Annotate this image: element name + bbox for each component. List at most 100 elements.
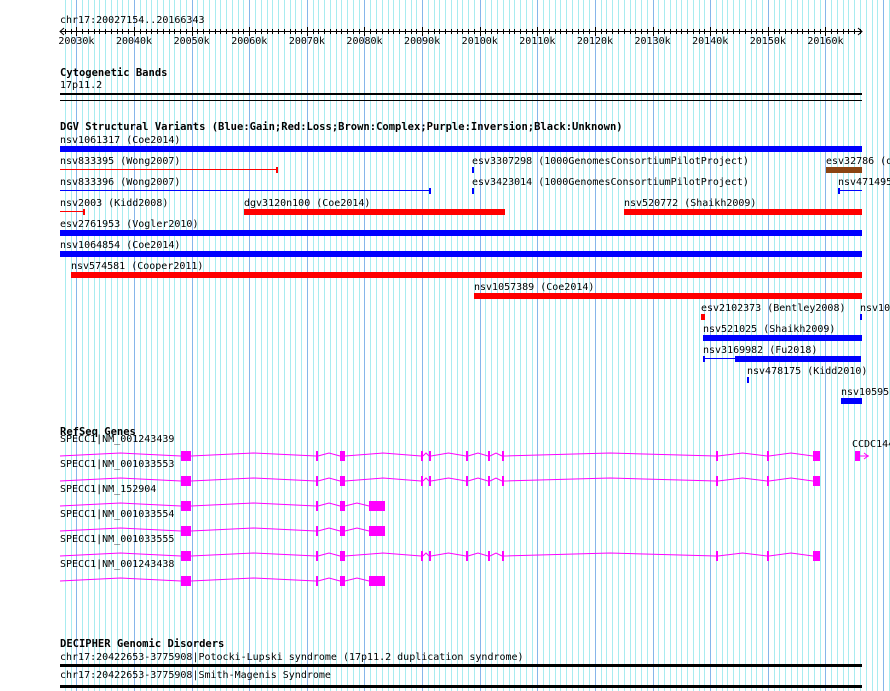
intron-line xyxy=(344,552,422,557)
exon xyxy=(421,476,423,486)
genome-browser-view[interactable]: chr17:20027154..20166343 20030k 20040k 200… xyxy=(0,0,890,691)
exon xyxy=(340,551,345,561)
intron-line xyxy=(317,577,341,582)
strand-arrow-icon xyxy=(860,452,869,460)
exon xyxy=(813,476,820,486)
intron-line xyxy=(59,577,182,582)
intron-line xyxy=(467,452,489,457)
exon xyxy=(466,451,468,461)
exon xyxy=(316,501,318,511)
exon xyxy=(502,551,504,561)
exon xyxy=(488,551,490,561)
intron-line xyxy=(59,452,182,457)
intron-line xyxy=(503,452,717,457)
intron-line xyxy=(59,527,182,532)
intron-line xyxy=(190,527,317,532)
intron-line xyxy=(717,552,768,557)
intron-line xyxy=(467,552,489,557)
exon xyxy=(488,476,490,486)
gene-models xyxy=(59,451,869,586)
intron-line xyxy=(317,452,341,457)
exon xyxy=(813,551,820,561)
intron-line xyxy=(344,527,370,532)
intron-line xyxy=(344,577,370,582)
exon xyxy=(316,451,318,461)
gene-label[interactable]: CCDC144 xyxy=(852,439,890,450)
exon xyxy=(466,476,468,486)
exon xyxy=(429,476,431,486)
exon xyxy=(716,451,718,461)
exon xyxy=(369,501,385,511)
exon xyxy=(466,551,468,561)
intron-line xyxy=(768,477,814,482)
intron-line xyxy=(344,452,422,457)
gene-transcript[interactable] xyxy=(59,476,820,486)
exon xyxy=(429,451,431,461)
gene-transcript[interactable] xyxy=(59,576,385,586)
exon[interactable] xyxy=(855,451,860,461)
exon xyxy=(429,551,431,561)
exon xyxy=(316,576,318,586)
exon xyxy=(181,576,191,586)
intron-line xyxy=(59,552,182,557)
exon xyxy=(340,576,345,586)
gene-label[interactable]: SPECC1|NM_001033553 xyxy=(60,459,174,470)
intron-line xyxy=(59,502,182,507)
exon xyxy=(421,551,423,561)
exon xyxy=(316,526,318,536)
exon xyxy=(767,551,769,561)
exon xyxy=(767,451,769,461)
intron-line xyxy=(422,552,430,557)
intron-line xyxy=(317,552,341,557)
intron-line xyxy=(503,477,717,482)
exon xyxy=(340,476,345,486)
intron-line xyxy=(503,552,717,557)
intron-line xyxy=(717,452,768,457)
intron-line xyxy=(489,552,503,557)
gene-label[interactable]: SPECC1|NM_001243439 xyxy=(60,434,174,445)
intron-line xyxy=(59,477,182,482)
intron-line xyxy=(768,452,814,457)
gene-label[interactable]: SPECC1|NM_001243438 xyxy=(60,559,174,570)
exon xyxy=(340,451,345,461)
exon xyxy=(181,551,191,561)
exon xyxy=(340,501,345,511)
exon xyxy=(181,476,191,486)
exon xyxy=(316,551,318,561)
decipher-item-label: chr17:20422653-3775908|Potocki-Lupski sy… xyxy=(60,652,524,663)
exon xyxy=(421,451,423,461)
gene-label[interactable]: SPECC1|NM_152904 xyxy=(60,484,156,495)
exon xyxy=(488,451,490,461)
exon xyxy=(716,551,718,561)
exon xyxy=(340,526,345,536)
exon xyxy=(181,501,191,511)
exon xyxy=(181,451,191,461)
intron-line xyxy=(317,502,341,507)
intron-line xyxy=(422,477,430,482)
decipher-item-label: chr17:20422653-3775908|Smith-Magenis Syn… xyxy=(60,670,331,681)
exon xyxy=(502,476,504,486)
exon xyxy=(369,576,385,586)
intron-line xyxy=(344,502,370,507)
decipher-feature-bar[interactable] xyxy=(60,685,862,688)
intron-line xyxy=(467,477,489,482)
intron-line xyxy=(190,452,317,457)
gene-label[interactable]: SPECC1|NM_001033554 xyxy=(60,509,174,520)
intron-line xyxy=(422,452,430,457)
gene-label[interactable]: SPECC1|NM_001033555 xyxy=(60,534,174,545)
exon xyxy=(369,526,385,536)
intron-line xyxy=(717,477,768,482)
intron-line xyxy=(489,477,503,482)
exon xyxy=(316,476,318,486)
exon xyxy=(716,476,718,486)
intron-line xyxy=(190,577,317,582)
intron-line xyxy=(489,452,503,457)
intron-line xyxy=(430,452,467,457)
exon xyxy=(813,451,820,461)
intron-line xyxy=(190,477,317,482)
decipher-feature-bar[interactable] xyxy=(60,664,862,667)
intron-line xyxy=(317,527,341,532)
track-title-decipher[interactable]: DECIPHER Genomic Disorders xyxy=(60,639,224,650)
intron-line xyxy=(430,477,467,482)
exon xyxy=(181,526,191,536)
